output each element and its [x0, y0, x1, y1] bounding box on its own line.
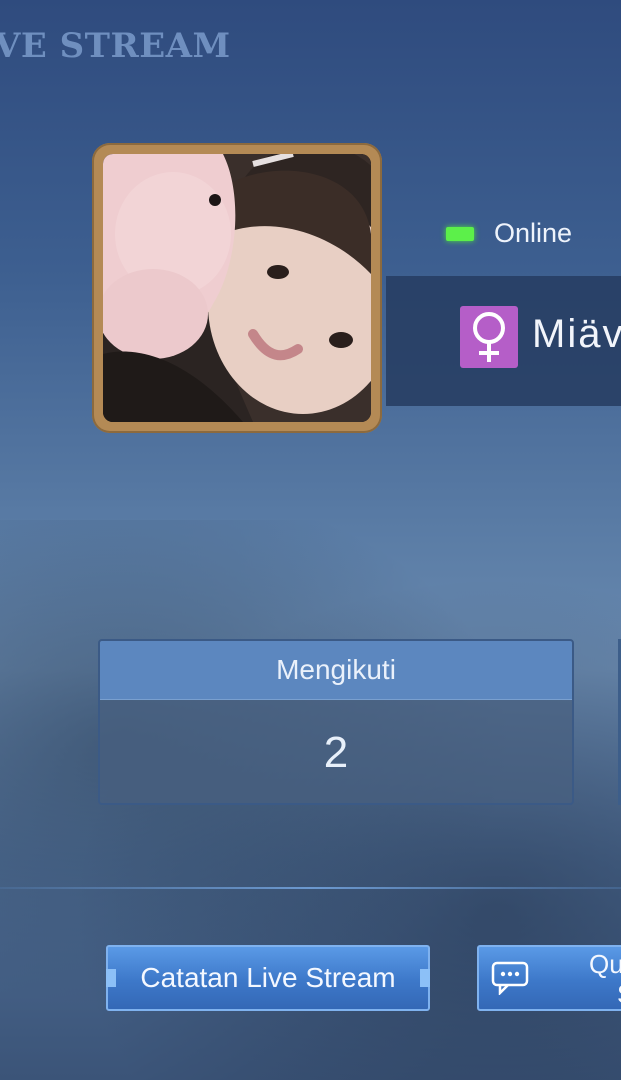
second-action-button[interactable]: Qu S: [477, 945, 621, 1011]
button-label-line2: S: [589, 979, 621, 1009]
button-right-tab: [420, 969, 430, 987]
button-label: Qu S: [589, 949, 621, 1009]
online-indicator-icon: [446, 226, 474, 241]
live-stream-log-button[interactable]: Catatan Live Stream: [106, 945, 430, 1011]
chat-bubble-icon: [491, 961, 529, 1000]
button-left-tab: [106, 969, 116, 987]
avatar[interactable]: [92, 143, 382, 433]
stat-value: 2: [323, 728, 349, 777]
button-label: Catatan Live Stream: [140, 962, 396, 993]
avatar-photo: [103, 154, 371, 422]
status-text: Online: [494, 218, 573, 248]
online-status: Online: [446, 218, 572, 249]
divider: [0, 887, 621, 889]
player-name: Miäv: [532, 312, 621, 356]
female-icon: [460, 306, 518, 368]
stat-card-following[interactable]: Mengikuti 2: [98, 639, 574, 805]
page-title: VE STREAM: [0, 26, 231, 66]
stat-label: Mengikuti: [100, 641, 572, 700]
button-label-line1: Qu: [589, 949, 621, 979]
